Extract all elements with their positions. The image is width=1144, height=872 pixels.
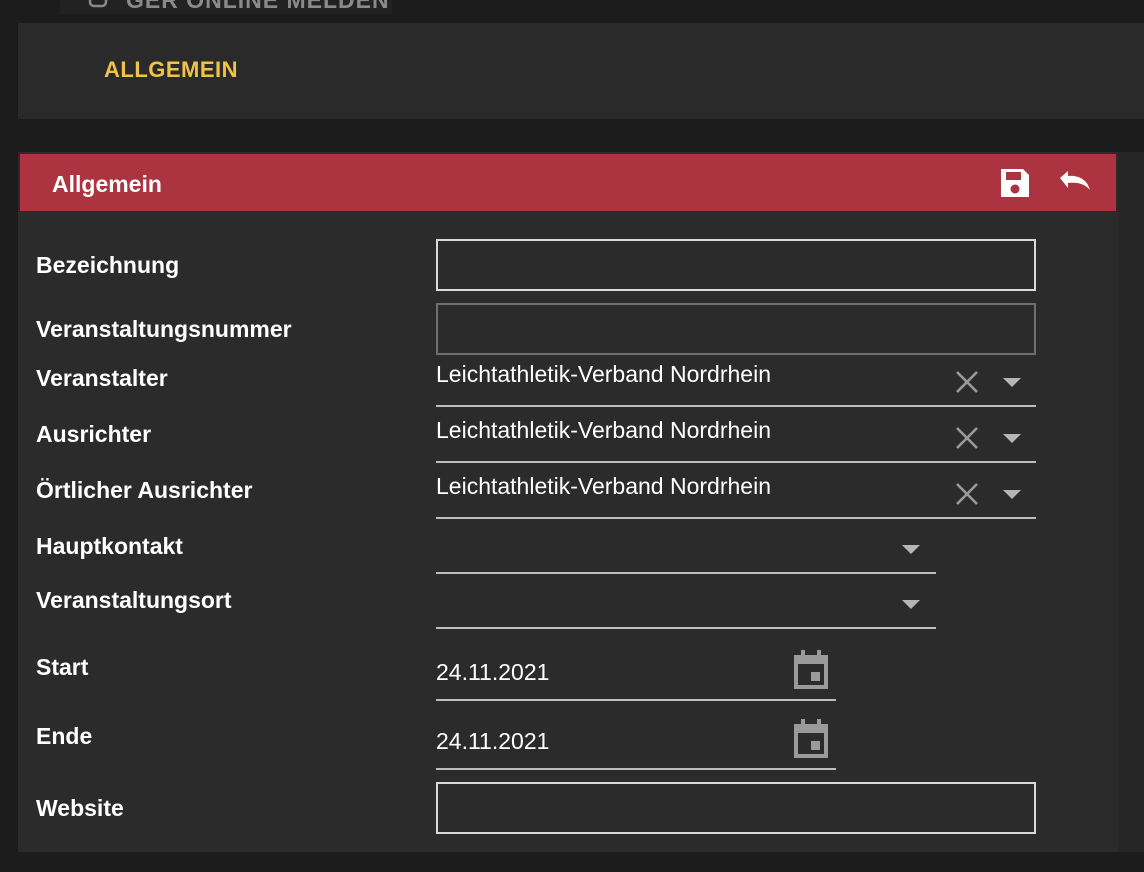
ausrichter-value: Leichtathletik-Verband Nordrhein <box>436 417 771 443</box>
ausrichter-select[interactable]: Leichtathletik-Verband Nordrhein <box>436 415 1036 463</box>
veranstalter-select[interactable]: Leichtathletik-Verband Nordrhein <box>436 359 1036 407</box>
undo-icon[interactable] <box>1054 166 1094 200</box>
panel-header: Allgemein <box>20 154 1116 211</box>
panel-scroll-gutter <box>1118 152 1144 852</box>
tab-bar: ALLGEMEIN <box>18 23 1144 119</box>
label-veranstalter: Veranstalter <box>36 365 168 391</box>
label-ausrichter: Ausrichter <box>36 421 152 447</box>
label-ende: Ende <box>36 723 93 749</box>
label-veranstaltungsnummer: Veranstaltungsnummer <box>36 316 292 342</box>
cut-off-menu-label[interactable]: GER ONLINE MELDEN <box>126 0 390 14</box>
label-bezeichnung: Bezeichnung <box>36 252 180 278</box>
label-website: Website <box>36 795 124 821</box>
start-date-value: 24.11.2021 <box>436 659 550 685</box>
website-input[interactable] <box>436 782 1036 834</box>
label-veranstaltungsort: Veranstaltungsort <box>36 587 232 613</box>
top-cut-off-bar: GER ONLINE MELDEN <box>60 0 392 14</box>
oertlicher-ausrichter-select[interactable]: Leichtathletik-Verband Nordrhein <box>436 471 1036 519</box>
tab-allgemein[interactable]: ALLGEMEIN <box>104 57 238 83</box>
veranstaltungsnummer-input <box>436 303 1036 355</box>
calendar-icon[interactable] <box>792 649 830 691</box>
chevron-down-icon[interactable] <box>900 542 922 556</box>
chevron-down-icon[interactable] <box>1001 375 1023 389</box>
hauptkontakt-select[interactable] <box>436 526 936 574</box>
general-panel: Allgemein Bezeichnung Veranstaltungsnumm… <box>18 152 1118 852</box>
label-oertlicher-ausrichter: Örtlicher Ausrichter <box>36 477 253 503</box>
end-date-value: 24.11.2021 <box>436 728 550 754</box>
link-icon <box>88 0 108 8</box>
save-icon[interactable] <box>998 166 1032 200</box>
bottom-edge <box>0 852 1144 872</box>
calendar-icon[interactable] <box>792 718 830 760</box>
chevron-down-icon[interactable] <box>1001 431 1023 445</box>
veranstalter-value: Leichtathletik-Verband Nordrhein <box>436 361 771 387</box>
clear-icon[interactable] <box>954 369 980 395</box>
start-date-field[interactable]: 24.11.2021 <box>436 649 836 701</box>
label-hauptkontakt: Hauptkontakt <box>36 533 183 559</box>
panel-title: Allgemein <box>52 171 162 197</box>
label-start: Start <box>36 654 89 680</box>
clear-icon[interactable] <box>954 425 980 451</box>
chevron-down-icon[interactable] <box>900 597 922 611</box>
end-date-field[interactable]: 24.11.2021 <box>436 718 836 770</box>
oertlicher-ausrichter-value: Leichtathletik-Verband Nordrhein <box>436 473 771 499</box>
clear-icon[interactable] <box>954 481 980 507</box>
chevron-down-icon[interactable] <box>1001 487 1023 501</box>
veranstaltungsort-select[interactable] <box>436 581 936 629</box>
bezeichnung-input[interactable] <box>436 239 1036 291</box>
